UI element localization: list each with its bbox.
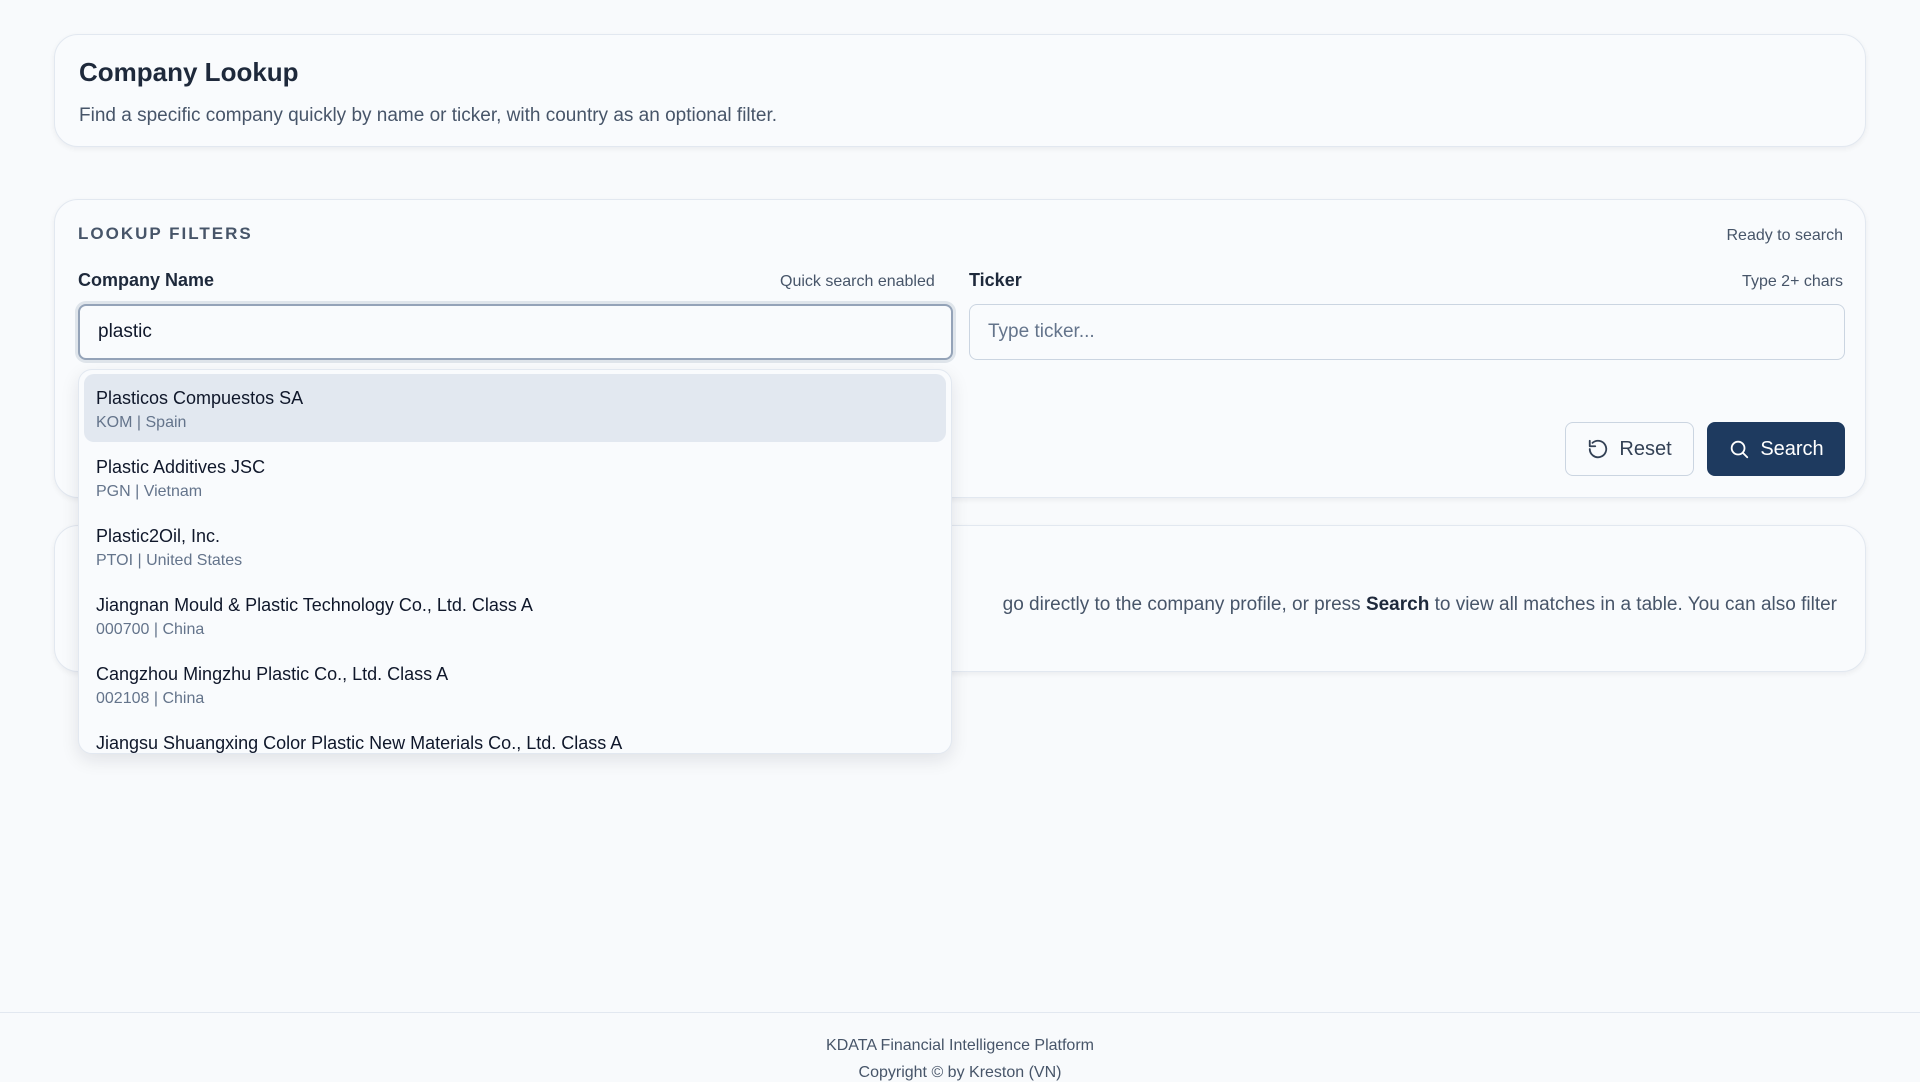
suggestion-name: Plastic Additives JSC [96,457,266,477]
search-button-label: Search [1760,437,1824,460]
help-text-search-keyword: Search [1365,594,1430,615]
reset-button[interactable]: Reset [1565,422,1694,476]
ticker-label: Ticker [969,270,1022,290]
page-footer: KDATA Financial Intelligence Platform Co… [0,1012,1920,1081]
reset-icon [1589,439,1608,459]
suggestion-name: Jiangsu Shuangxing Color Plastic New Mat… [96,733,623,753]
page-header-card: Company Lookup Find a specific company q… [54,34,1866,147]
suggestion-meta: KOM | Spain [96,414,187,431]
ticker-hint: Type 2+ chars [1742,273,1843,290]
search-button[interactable]: Search [1707,422,1845,476]
suggestion-meta: 002108 | China [96,690,205,707]
search-status: Ready to search [1726,227,1843,244]
reset-button-label: Reset [1619,437,1672,460]
footer-platform-name: KDATA Financial Intelligence Platform [826,1037,1094,1054]
ticker-input[interactable] [969,304,1845,360]
help-text: go directly to the company profile, or p… [1002,594,1837,615]
company-name-label: Company Name [78,270,215,290]
page-subtitle: Find a specific company quickly by name … [79,105,778,126]
suggestion-meta: 000700 | China [96,621,205,638]
search-icon [1731,440,1749,459]
suggestion-item[interactable]: Jiangnan Mould & Plastic Technology Co.,… [84,581,946,649]
suggestion-meta: PGN | Vietnam [96,483,203,500]
suggestion-name: Cangzhou Mingzhu Plastic Co., Ltd. Class… [96,664,449,684]
suggestion-name: Jiangnan Mould & Plastic Technology Co.,… [96,595,533,615]
company-suggestions-dropdown: Plasticos Compuestos SA KOM | Spain Plas… [78,369,952,754]
page-title: Company Lookup [79,57,299,87]
footer-copyright: Copyright © by Kreston (VN) [858,1064,1062,1081]
suggestion-meta: PTOI | United States [96,552,243,569]
suggestion-item[interactable]: Plasticos Compuestos SA KOM | Spain [84,374,946,442]
suggestion-item[interactable]: Plastic2Oil, Inc. PTOI | United States [84,512,946,580]
suggestion-item[interactable]: Cangzhou Mingzhu Plastic Co., Ltd. Class… [84,650,946,718]
suggestion-item[interactable]: Jiangsu Shuangxing Color Plastic New Mat… [84,719,946,753]
suggestion-name: Plastic2Oil, Inc. [96,526,221,546]
company-name-hint: Quick search enabled [780,273,935,290]
filters-section-title: LOOKUP FILTERS [78,224,253,243]
suggestion-item[interactable]: Plastic Additives JSC PGN | Vietnam [84,443,946,511]
company-name-input[interactable] [78,304,953,360]
suggestion-name: Plasticos Compuestos SA [96,388,304,408]
